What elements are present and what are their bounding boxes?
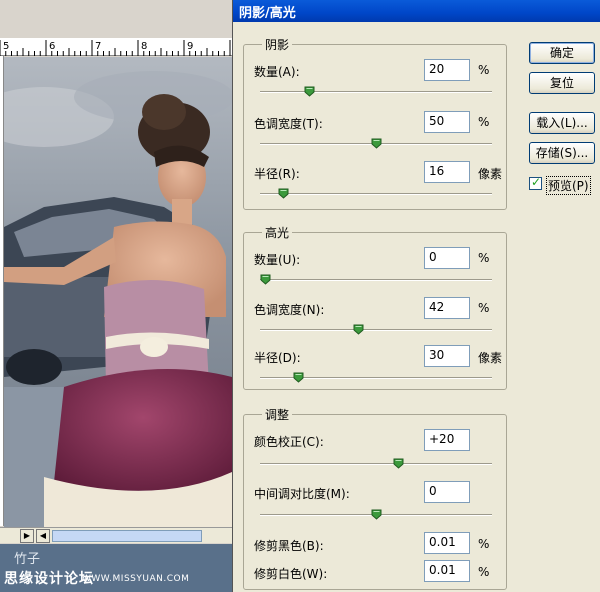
highlights-tonal-width-slider[interactable]	[260, 324, 492, 335]
scroll-left-arrow[interactable]: ◀	[36, 529, 50, 543]
dialog-title-bar[interactable]: 阴影/高光	[233, 0, 600, 22]
highlights-amount-slider[interactable]	[260, 274, 492, 285]
slider-thumb-icon[interactable]	[371, 509, 382, 520]
ruler-tick-label: 6	[49, 41, 55, 52]
shadows-amount-label: 数量(A):	[254, 65, 300, 79]
shadows-group-title: 阴影	[262, 36, 293, 53]
highlights-amount-unit: %	[478, 251, 490, 265]
highlights-radius-unit: 像素	[478, 351, 503, 365]
highlights-tonal-width-label: 色调宽度(N):	[254, 303, 325, 317]
preview-label[interactable]: 预览(P)	[546, 176, 591, 195]
slider-thumb-icon[interactable]	[278, 188, 289, 199]
horizontal-ruler: 5678910	[0, 38, 232, 56]
slider-thumb-icon[interactable]	[393, 458, 404, 469]
reset-button[interactable]: 复位	[529, 72, 595, 94]
shadows-radius-slider[interactable]	[260, 188, 492, 199]
shadows-radius-input[interactable]: 16	[424, 161, 470, 183]
black-clip-unit: %	[478, 537, 490, 551]
slider-thumb-icon[interactable]	[304, 86, 315, 97]
shadows-amount-slider[interactable]	[260, 86, 492, 97]
highlights-amount-input[interactable]: 0	[424, 247, 470, 269]
midtone-contrast-label: 中间调对比度(M):	[254, 487, 350, 501]
shadows-tonal-width-label: 色调宽度(T):	[254, 117, 323, 131]
triangle-right-icon: ▶	[23, 531, 31, 540]
shadows-tonal-width-slider[interactable]	[260, 138, 492, 149]
slider-thumb-icon[interactable]	[260, 274, 271, 285]
white-clip-label: 修剪白色(W):	[254, 567, 328, 581]
midtone-contrast-slider[interactable]	[260, 509, 492, 520]
adjustments-group: 调整 颜色校正(C): +20 中间调对比度(M): 0 修剪黑色(B): 0.…	[243, 406, 507, 590]
highlights-tonal-width-input[interactable]: 42	[424, 297, 470, 319]
watermark-author: 竹子	[14, 552, 41, 567]
dialog-title: 阴影/高光	[239, 6, 296, 21]
black-clip-label: 修剪黑色(B):	[254, 539, 324, 553]
ruler-tick-label: 5	[3, 41, 9, 52]
ok-button[interactable]: 确定	[529, 42, 595, 64]
ruler-ticks: 5678910	[0, 40, 231, 56]
highlights-radius-input[interactable]: 30	[424, 345, 470, 367]
image-canvas: 5678910	[0, 0, 232, 592]
highlights-group-title: 高光	[262, 224, 293, 241]
shadows-tonal-width-input[interactable]: 50	[424, 111, 470, 133]
color-correction-label: 颜色校正(C):	[254, 435, 324, 449]
shadows-group: 阴影 数量(A): 20 % 色调宽度(T): 50 % 半径(R): 16 像…	[243, 36, 507, 210]
save-button[interactable]: 存储(S)...	[529, 142, 595, 164]
color-correction-slider[interactable]	[260, 458, 492, 469]
ruler-tick-label: 8	[141, 41, 147, 52]
load-button[interactable]: 载入(L)...	[529, 112, 595, 134]
watermark-site-name: 思缘设计论坛	[4, 571, 94, 587]
triangle-left-icon: ◀	[39, 531, 47, 540]
photo-woman-dress	[4, 57, 232, 527]
slider-thumb-icon[interactable]	[371, 138, 382, 149]
ruler-tick-label: 9	[187, 41, 193, 52]
shadow-highlight-dialog: 阴影/高光 阴影 数量(A): 20 % 色调宽度(T): 50 % 半径(R)…	[232, 0, 600, 592]
watermark-url: WWW.MISSYUAN.COM	[82, 574, 190, 584]
shadows-amount-input[interactable]: 20	[424, 59, 470, 81]
ruler-tick-label: 7	[95, 41, 101, 52]
highlights-amount-label: 数量(U):	[254, 253, 301, 267]
check-icon: ✓	[531, 175, 542, 189]
adjustments-group-title: 调整	[262, 406, 293, 423]
highlights-group: 高光 数量(U): 0 % 色调宽度(N): 42 % 半径(D): 30 像素	[243, 224, 507, 390]
highlights-radius-slider[interactable]	[260, 372, 492, 383]
highlights-tonal-width-unit: %	[478, 301, 490, 315]
midtone-contrast-input[interactable]: 0	[424, 481, 470, 503]
highlights-radius-label: 半径(D):	[254, 351, 301, 365]
shadows-radius-unit: 像素	[478, 167, 503, 181]
scroll-thumb[interactable]	[52, 530, 202, 542]
horizontal-scrollbar[interactable]: ▶ ◀	[0, 527, 232, 543]
black-clip-input[interactable]: 0.01	[424, 532, 470, 554]
shadows-radius-label: 半径(R):	[254, 167, 300, 181]
watermark-banner: 竹子 思缘设计论坛 WWW.MISSYUAN.COM	[0, 544, 232, 592]
white-clip-input[interactable]: 0.01	[424, 560, 470, 582]
scroll-left-button[interactable]: ▶	[20, 529, 34, 543]
shadows-tonal-width-unit: %	[478, 115, 490, 129]
preview-checkbox[interactable]: ✓	[529, 175, 542, 190]
shadows-amount-unit: %	[478, 63, 490, 77]
slider-thumb-icon[interactable]	[353, 324, 364, 335]
color-correction-input[interactable]: +20	[424, 429, 470, 451]
slider-thumb-icon[interactable]	[293, 372, 304, 383]
white-clip-unit: %	[478, 565, 490, 579]
